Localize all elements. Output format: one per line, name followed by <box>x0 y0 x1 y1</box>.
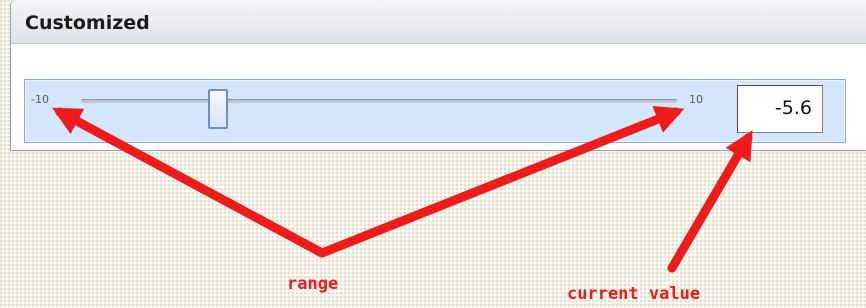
annotation-current-value-label: current value <box>567 284 701 304</box>
slider-track[interactable] <box>81 99 677 103</box>
slider-widget: -10 10 -5.6 <box>24 79 846 143</box>
slider-max-label: 10 <box>689 93 703 106</box>
customized-panel: Customized -10 10 -5.6 <box>10 0 866 151</box>
panel-header: Customized <box>11 0 866 44</box>
current-value-field[interactable]: -5.6 <box>737 85 823 133</box>
annotation-range-label: range <box>287 274 339 294</box>
slider-handle[interactable] <box>208 89 228 129</box>
arrow-to-value-icon <box>667 130 753 273</box>
panel-title: Customized <box>25 12 150 34</box>
slider-min-label: -10 <box>31 93 49 106</box>
